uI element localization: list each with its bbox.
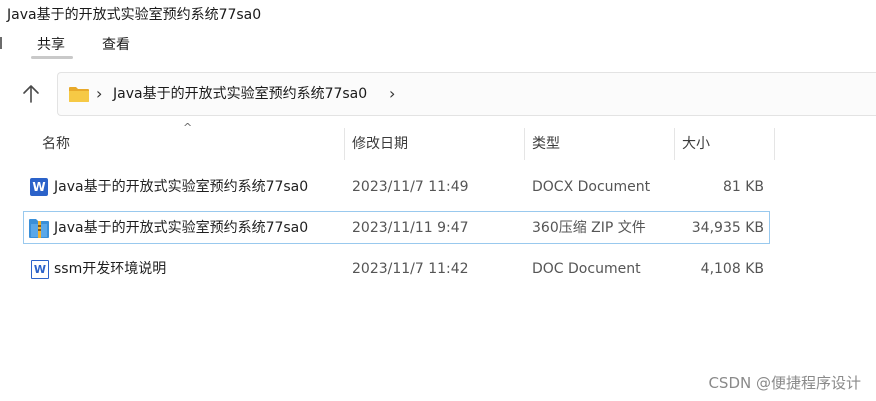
active-tab-indicator — [31, 56, 73, 59]
file-size: 81 KB — [722, 179, 764, 195]
chevron-right-icon[interactable]: › — [389, 84, 395, 104]
up-button[interactable] — [18, 81, 44, 107]
column-divider[interactable] — [674, 128, 675, 160]
window-title: Java基于的开放式实验室预约系统77sa0 — [7, 7, 262, 23]
file-row[interactable]: W ssm开发环境说明 2023/11/7 11:42 DOC Document… — [23, 252, 770, 285]
arrow-up-icon — [23, 85, 39, 103]
column-header-date[interactable]: 修改日期 — [352, 135, 408, 153]
file-row-selected[interactable]: Java基于的开放式实验室预约系统77sa0 2023/11/11 9:47 3… — [23, 211, 770, 244]
column-divider[interactable] — [524, 128, 525, 160]
file-date: 2023/11/7 11:42 — [352, 261, 469, 277]
column-header-size[interactable]: 大小 — [682, 135, 710, 153]
column-header-type[interactable]: 类型 — [532, 135, 560, 153]
csdn-watermark: CSDN @便捷程序设计 — [708, 374, 861, 392]
column-divider[interactable] — [344, 128, 345, 160]
column-header-name[interactable]: 名称 — [42, 135, 70, 153]
zip-archive-icon — [29, 217, 49, 239]
file-date: 2023/11/7 11:49 — [352, 179, 469, 195]
file-type: 360压缩 ZIP 文件 — [532, 220, 646, 236]
breadcrumb-folder[interactable]: Java基于的开放式实验室预约系统77sa0 — [113, 85, 367, 103]
file-size: 4,108 KB — [700, 261, 764, 277]
sort-ascending-icon: ^ — [183, 121, 193, 134]
folder-icon — [69, 87, 89, 102]
file-explorer-window: Java基于的开放式实验室预约系统77sa0 共享 查看 › Java基于的开放… — [0, 0, 876, 401]
tab-share[interactable]: 共享 — [37, 36, 65, 54]
chevron-right-icon[interactable]: › — [96, 84, 102, 104]
file-name: Java基于的开放式实验室预约系统77sa0 — [54, 179, 309, 195]
file-name: Java基于的开放式实验室预约系统77sa0 — [54, 220, 309, 236]
tab-view[interactable]: 查看 — [102, 36, 130, 54]
file-name: ssm开发环境说明 — [54, 261, 167, 277]
file-type: DOC Document — [532, 261, 641, 277]
file-row[interactable]: W Java基于的开放式实验室预约系统77sa0 2023/11/7 11:49… — [23, 170, 770, 203]
word-doc-icon: W — [29, 258, 49, 280]
file-type: DOCX Document — [532, 179, 651, 195]
ribbon-edge-mark — [0, 37, 2, 49]
column-divider[interactable] — [774, 128, 775, 160]
address-bar[interactable]: › Java基于的开放式实验室预约系统77sa0 › — [57, 72, 876, 116]
file-date: 2023/11/11 9:47 — [352, 220, 469, 236]
word-docx-icon: W — [29, 176, 49, 198]
file-size: 34,935 KB — [691, 220, 764, 236]
